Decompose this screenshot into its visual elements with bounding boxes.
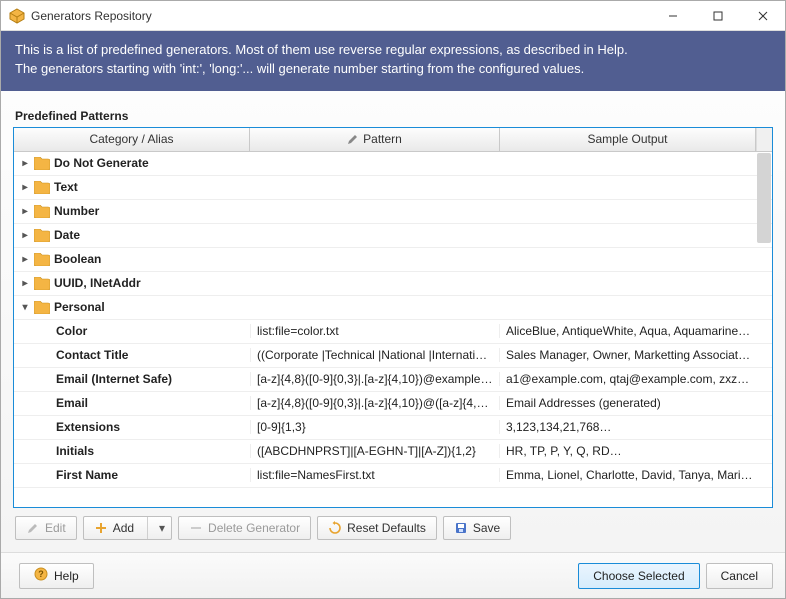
folder-icon: [34, 301, 50, 314]
cancel-button[interactable]: Cancel: [706, 563, 773, 589]
minus-icon: [189, 521, 203, 535]
generator-row[interactable]: First Name list:file=NamesFirst.txt Emma, …: [14, 464, 772, 488]
toolbar: Edit Add ▾ Delete Generator Reset Defaul…: [13, 508, 773, 544]
dialog-window: Generators Repository This is a list of …: [0, 0, 786, 599]
choose-selected-button[interactable]: Choose Selected: [578, 563, 699, 589]
pencil-icon: [347, 133, 359, 145]
folder-icon: [34, 229, 50, 242]
arrow-right-icon[interactable]: ▸: [20, 158, 30, 169]
arrow-right-icon[interactable]: ▸: [20, 206, 30, 217]
save-icon: [454, 521, 468, 535]
category-name: Boolean: [54, 252, 101, 266]
close-button[interactable]: [740, 1, 785, 30]
scrollbar-thumb[interactable]: [757, 153, 771, 243]
help-button[interactable]: ? Help: [19, 563, 94, 589]
generator-row[interactable]: Color list:file=color.txt AliceBlue, Antiq…: [14, 320, 772, 344]
generator-row[interactable]: Initials ([ABCDHNPRST]|[A-EGHN-T]|[A-Z]){…: [14, 440, 772, 464]
generator-sample: Email Addresses (generated): [506, 396, 661, 410]
arrow-right-icon[interactable]: ▸: [20, 254, 30, 265]
generator-alias: Email (Internet Safe): [56, 372, 172, 386]
category-row[interactable]: ▸ Number: [14, 200, 772, 224]
category-name: UUID, INetAddr: [54, 276, 141, 290]
svg-text:?: ?: [38, 569, 44, 579]
generator-pattern: list:file=NamesFirst.txt: [257, 468, 375, 482]
reset-defaults-button[interactable]: Reset Defaults: [317, 516, 437, 540]
category-row[interactable]: ▸ UUID, INetAddr: [14, 272, 772, 296]
save-button[interactable]: Save: [443, 516, 511, 540]
app-icon: [9, 8, 25, 24]
section-label: Predefined Patterns: [15, 109, 771, 123]
dialog-footer: ? Help Choose Selected Cancel: [1, 552, 785, 598]
generator-pattern: ((Corporate |Technical |National |Intern…: [257, 348, 500, 362]
refresh-icon: [328, 521, 342, 535]
category-name: Text: [54, 180, 78, 194]
category-name: Date: [54, 228, 80, 242]
category-name: Number: [54, 204, 99, 218]
info-banner: This is a list of predefined generators.…: [1, 31, 785, 91]
generator-pattern: [a-z]{4,8}([0-9]{0,3}|.[a-z]{4,10})@([a-…: [257, 396, 500, 410]
generator-sample: Sales Manager, Owner, Marketting Associa…: [506, 348, 750, 362]
pencil-icon: [26, 521, 40, 535]
generator-row[interactable]: Email (Internet Safe) [a-z]{4,8}([0-9]{0,…: [14, 368, 772, 392]
category-row[interactable]: ▸ Do Not Generate: [14, 152, 772, 176]
generator-sample: HR, TP, P, Y, Q, RD…: [506, 444, 622, 458]
generator-sample: a1@example.com, qtaj@example.com, zxzd…: [506, 372, 756, 386]
table-body: ▸ Do Not Generate ▸ Text ▸ Number ▸ Date ▸ Boolea…: [14, 152, 772, 507]
category-row[interactable]: ▾ Personal: [14, 296, 772, 320]
generator-row[interactable]: Extensions [0-9]{1,3} 3,123,134,21,768…: [14, 416, 772, 440]
category-row[interactable]: ▸ Date: [14, 224, 772, 248]
titlebar: Generators Repository: [1, 1, 785, 31]
generator-pattern: list:file=color.txt: [257, 324, 339, 338]
generator-row[interactable]: Email [a-z]{4,8}([0-9]{0,3}|.[a-z]{4,10})…: [14, 392, 772, 416]
arrow-right-icon[interactable]: ▸: [20, 230, 30, 241]
arrow-right-icon[interactable]: ▸: [20, 182, 30, 193]
scrollbar-track-header: [756, 128, 772, 151]
generator-pattern: [0-9]{1,3}: [257, 420, 306, 434]
edit-button[interactable]: Edit: [15, 516, 77, 540]
banner-line-1: This is a list of predefined generators.…: [15, 41, 771, 60]
generator-pattern: ([ABCDHNPRST]|[A-EGHN-T]|[A-Z]){1,2}: [257, 444, 476, 458]
generator-alias: Color: [56, 324, 87, 338]
column-header-sample[interactable]: Sample Output: [500, 128, 756, 151]
plus-icon: [94, 521, 108, 535]
generator-row[interactable]: Contact Title ((Corporate |Technical |Nat…: [14, 344, 772, 368]
table-header: Category / Alias Pattern Sample Output: [14, 128, 772, 152]
generator-alias: Contact Title: [56, 348, 128, 362]
minimize-button[interactable]: [650, 1, 695, 30]
generator-alias: Email: [56, 396, 88, 410]
folder-icon: [34, 277, 50, 290]
folder-icon: [34, 253, 50, 266]
generator-sample: Emma, Lionel, Charlotte, David, Tanya, M…: [506, 468, 753, 482]
delete-generator-button[interactable]: Delete Generator: [178, 516, 311, 540]
generator-alias: Initials: [56, 444, 94, 458]
add-dropdown-arrow[interactable]: ▾: [153, 521, 171, 535]
generator-sample: AliceBlue, AntiqueWhite, Aqua, Aquamarin…: [506, 324, 750, 338]
column-header-pattern[interactable]: Pattern: [250, 128, 500, 151]
maximize-button[interactable]: [695, 1, 740, 30]
generator-alias: Extensions: [56, 420, 120, 434]
column-header-category[interactable]: Category / Alias: [14, 128, 250, 151]
window-title: Generators Repository: [31, 9, 152, 23]
generator-pattern: [a-z]{4,8}([0-9]{0,3}|.[a-z]{4,10})@exam…: [257, 372, 500, 386]
category-name: Personal: [54, 300, 105, 314]
category-row[interactable]: ▸ Boolean: [14, 248, 772, 272]
patterns-table: Category / Alias Pattern Sample Output ▸…: [13, 127, 773, 508]
category-name: Do Not Generate: [54, 156, 149, 170]
generator-alias: First Name: [56, 468, 118, 482]
category-row[interactable]: ▸ Text: [14, 176, 772, 200]
folder-icon: [34, 157, 50, 170]
folder-icon: [34, 205, 50, 218]
add-button[interactable]: Add ▾: [83, 516, 172, 540]
generator-sample: 3,123,134,21,768…: [506, 420, 611, 434]
arrow-down-icon[interactable]: ▾: [20, 302, 30, 313]
folder-icon: [34, 181, 50, 194]
dialog-body: Predefined Patterns Category / Alias Pat…: [1, 91, 785, 552]
arrow-right-icon[interactable]: ▸: [20, 278, 30, 289]
banner-line-2: The generators starting with 'int:', 'lo…: [15, 60, 771, 79]
help-icon: ?: [34, 567, 48, 584]
